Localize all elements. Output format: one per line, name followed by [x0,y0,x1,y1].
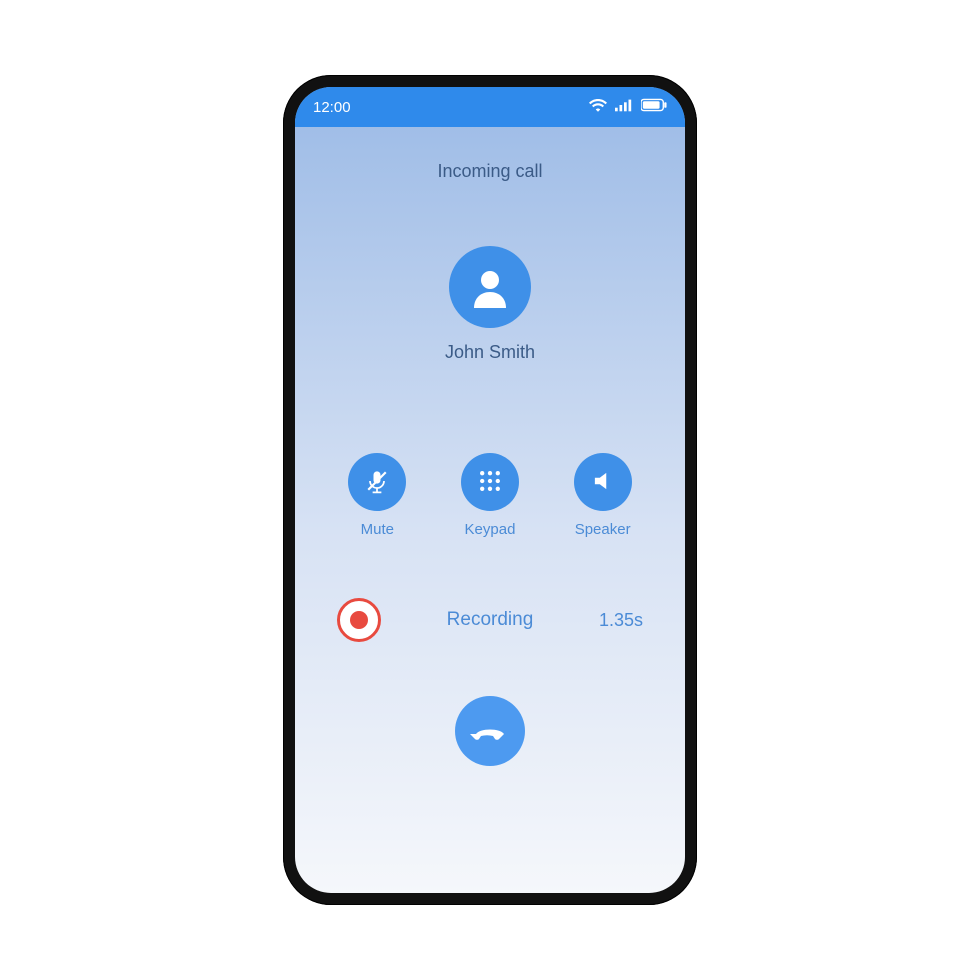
avatar-icon [449,246,531,328]
record-icon [350,611,368,629]
record-button[interactable] [337,598,381,642]
battery-icon [641,98,667,116]
recording-time: 1.35s [599,610,643,631]
call-title: Incoming call [295,127,685,182]
phone-screen: 12:00 [295,87,685,893]
recording-row: Recording 1.35s [295,598,685,642]
phone-frame: 12:00 [283,75,697,905]
speaker-icon [590,468,616,497]
caller-name: John Smith [445,342,535,363]
speaker-label: Speaker [575,521,631,538]
speaker-button[interactable] [574,453,632,511]
phone-hangup-icon [470,710,510,753]
keypad-control: Keypad [445,453,535,538]
wifi-icon [589,98,607,116]
call-controls: Mute [295,453,685,538]
status-icons [589,98,667,116]
mute-icon [363,467,391,498]
caller-area: John Smith [295,182,685,363]
recording-label: Recording [447,609,534,631]
mute-button[interactable] [348,453,406,511]
keypad-button[interactable] [461,453,519,511]
speaker-control: Speaker [558,453,648,538]
mute-label: Mute [361,521,394,538]
status-time: 12:00 [313,99,351,116]
status-bar: 12:00 [295,87,685,127]
signal-icon [615,98,633,116]
end-call-area [295,696,685,766]
keypad-icon [477,468,503,497]
mute-control: Mute [332,453,422,538]
keypad-label: Keypad [465,521,516,538]
end-call-button[interactable] [455,696,525,766]
